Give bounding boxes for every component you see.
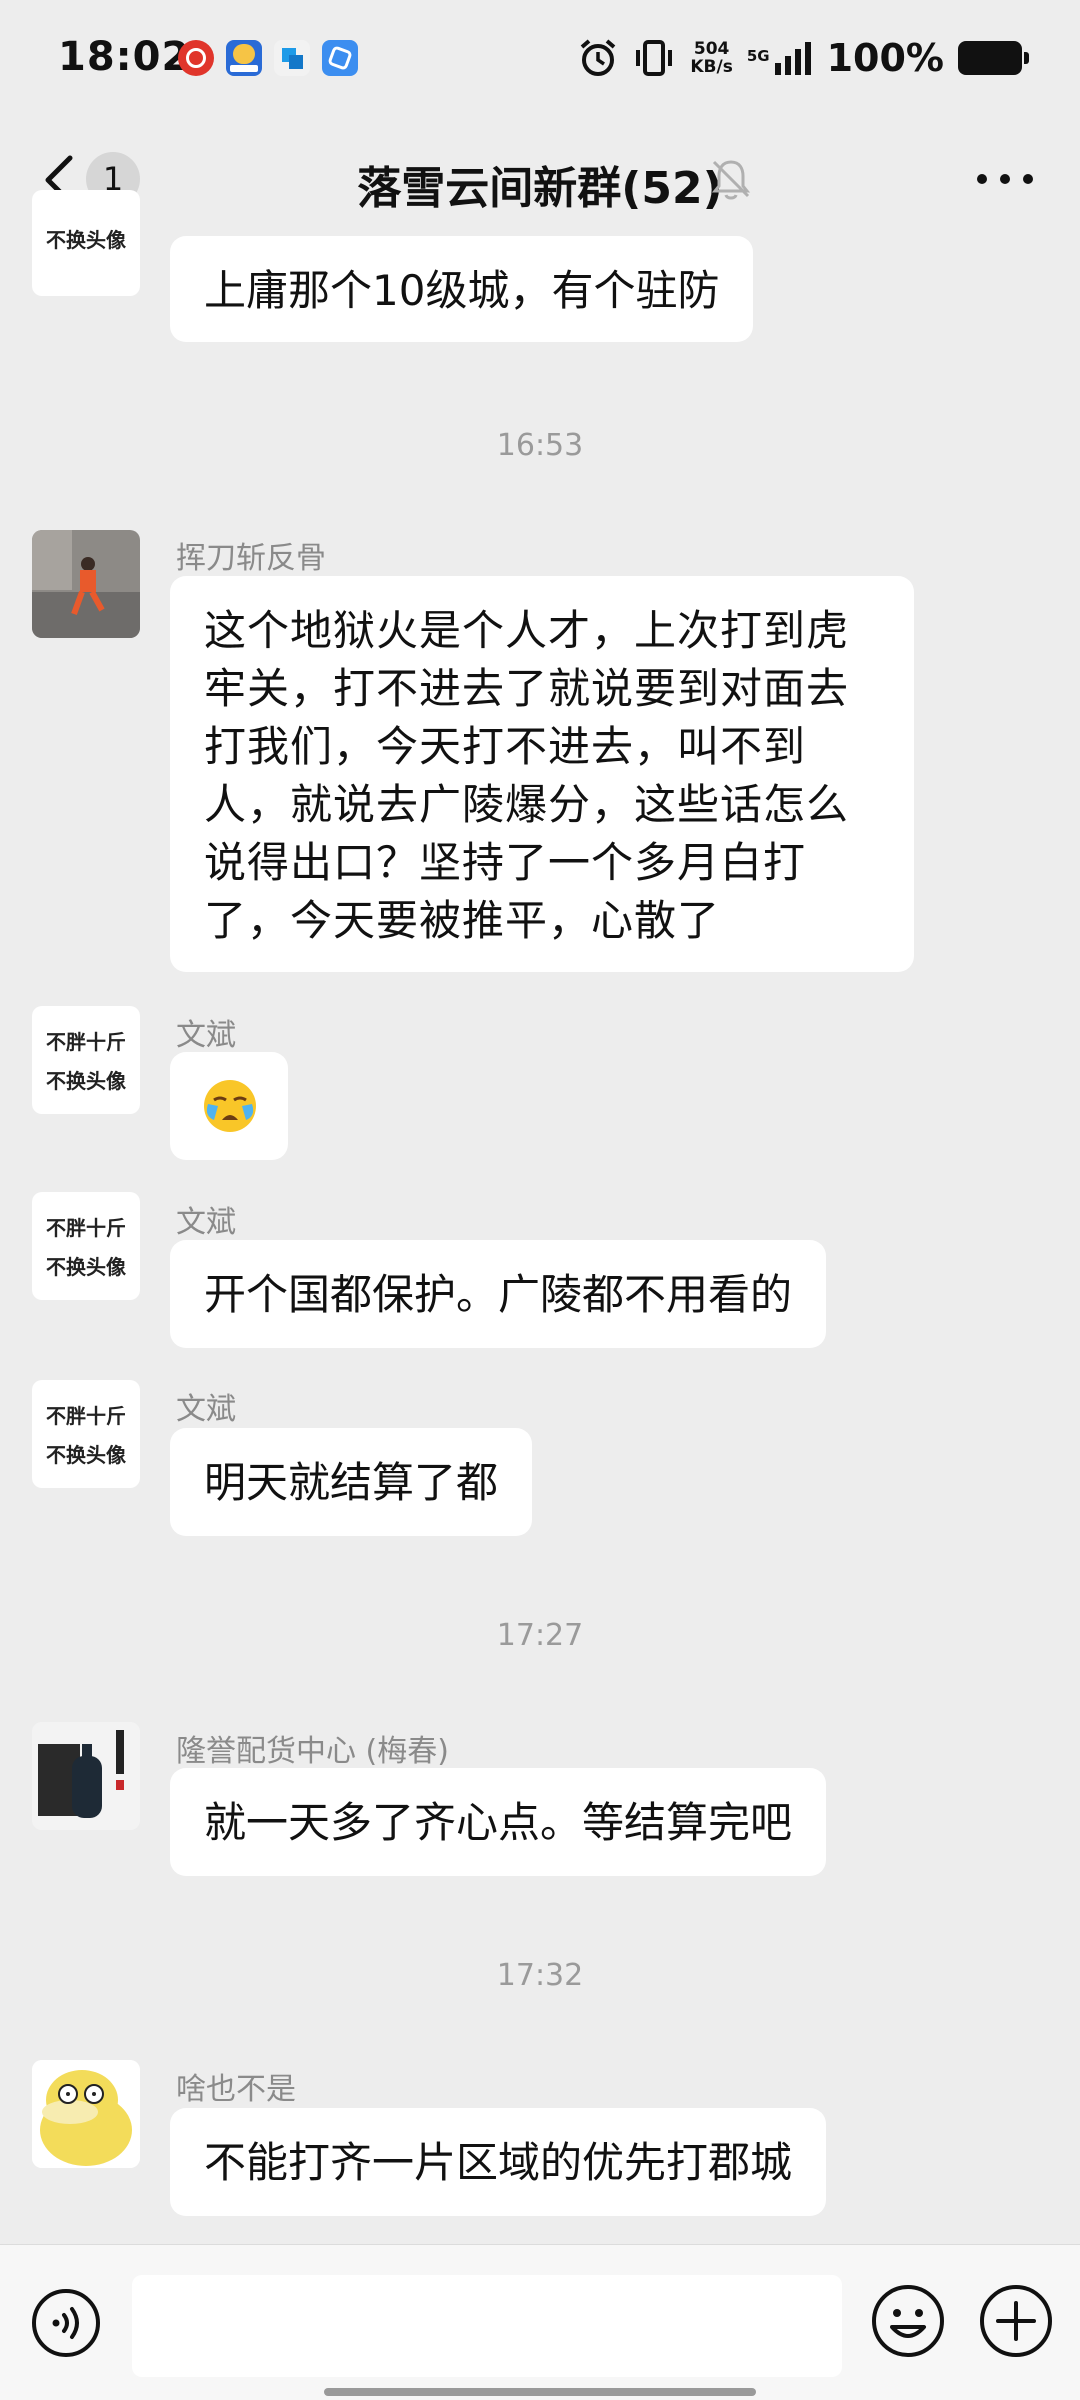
battery-icon [958,41,1029,75]
status-time: 18:02 [58,34,191,80]
avatar[interactable]: 不胖十斤 不换头像 [32,1380,140,1488]
avatar[interactable] [32,530,140,638]
notes-app-icon [322,40,358,76]
message-bubble[interactable]: 这个地狱火是个人才，上次打到虎牢关，打不进去了就说要到对面去打我们，今天打不进去… [170,576,914,972]
network-speed: 504 KB/s [690,39,733,77]
sender-name: 啥也不是 [176,2072,296,2107]
message-bubble[interactable]: 不能打齐一片区域的优先打郡城 [170,2108,827,2216]
avatar-text-line: 不胖十斤 [46,1404,126,1428]
avatar-text-line: 不换头像 [46,1443,126,1467]
avatar-text-line: 不换头像 [46,1255,126,1279]
network-type: 5G [746,47,770,65]
battery-percent: 100% [826,36,944,80]
message-bubble[interactable] [170,1052,288,1160]
avatar-text-line: 不胖十斤 [46,1216,126,1240]
status-indicators: 504 KB/s 5G 100% [578,36,1029,80]
divider [0,240,1080,244]
music-app-icon [178,40,214,76]
input-bar [0,2244,1080,2400]
runner-photo [32,530,140,638]
sender-name: 文斌 [176,1205,236,1240]
page-title: 落雪云间新群(52) [357,163,723,214]
avatar[interactable] [32,2060,140,2168]
avatar-text-line: 不胖十斤 [46,1030,126,1054]
crying-face-emoji [204,1080,256,1132]
notification-icons [178,40,358,76]
timestamp: 17:27 [496,1618,584,1653]
message-bubble[interactable]: 明天就结算了都 [170,1428,533,1536]
message-bubble[interactable]: 开个国都保护。广陵都不用看的 [170,1240,827,1348]
signal-icon [774,42,811,75]
timestamp: 16:53 [496,428,584,463]
sender-name: 文斌 [176,1018,236,1053]
voice-icon[interactable] [30,2287,102,2359]
chat-screen: 18:02 504 KB/s 5G 100% 1 落雪云间新群(52) 不换头像… [0,0,1080,2400]
cartoon-app-icon [226,40,262,76]
message-bubble[interactable]: 就一天多了齐心点。等结算完吧 [170,1768,827,1876]
avatar[interactable] [32,1722,140,1830]
avatar-text-line: 不换头像 [46,1069,126,1093]
bell-off-icon [711,160,751,200]
alarm-icon [581,39,616,76]
chat-app-icon [274,40,310,76]
product-photo [32,1722,140,1830]
avatar[interactable]: 不胖十斤 不换头像 [32,1192,140,1300]
home-indicator[interactable] [324,2388,756,2396]
status-bar: 18:02 504 KB/s 5G 100% [0,0,1080,120]
timestamp: 17:32 [496,1958,584,1993]
sender-name: 挥刀斩反骨 [176,541,326,576]
sender-name: 隆誉配货中心 (梅春) [176,1734,449,1769]
avatar[interactable]: 不胖十斤 不换头像 [32,1006,140,1114]
message-input[interactable] [132,2275,842,2377]
plus-icon[interactable] [978,2283,1054,2359]
vibrate-icon [636,40,673,76]
avatar-text-line: 不换头像 [46,227,126,252]
duck-avatar [32,2060,140,2168]
emoji-icon[interactable] [870,2283,946,2359]
sender-name: 文斌 [176,1392,236,1427]
message-bubble[interactable]: 上庸那个10级城，有个驻防 [170,236,754,342]
more-horizontal-icon[interactable] [972,156,1038,202]
